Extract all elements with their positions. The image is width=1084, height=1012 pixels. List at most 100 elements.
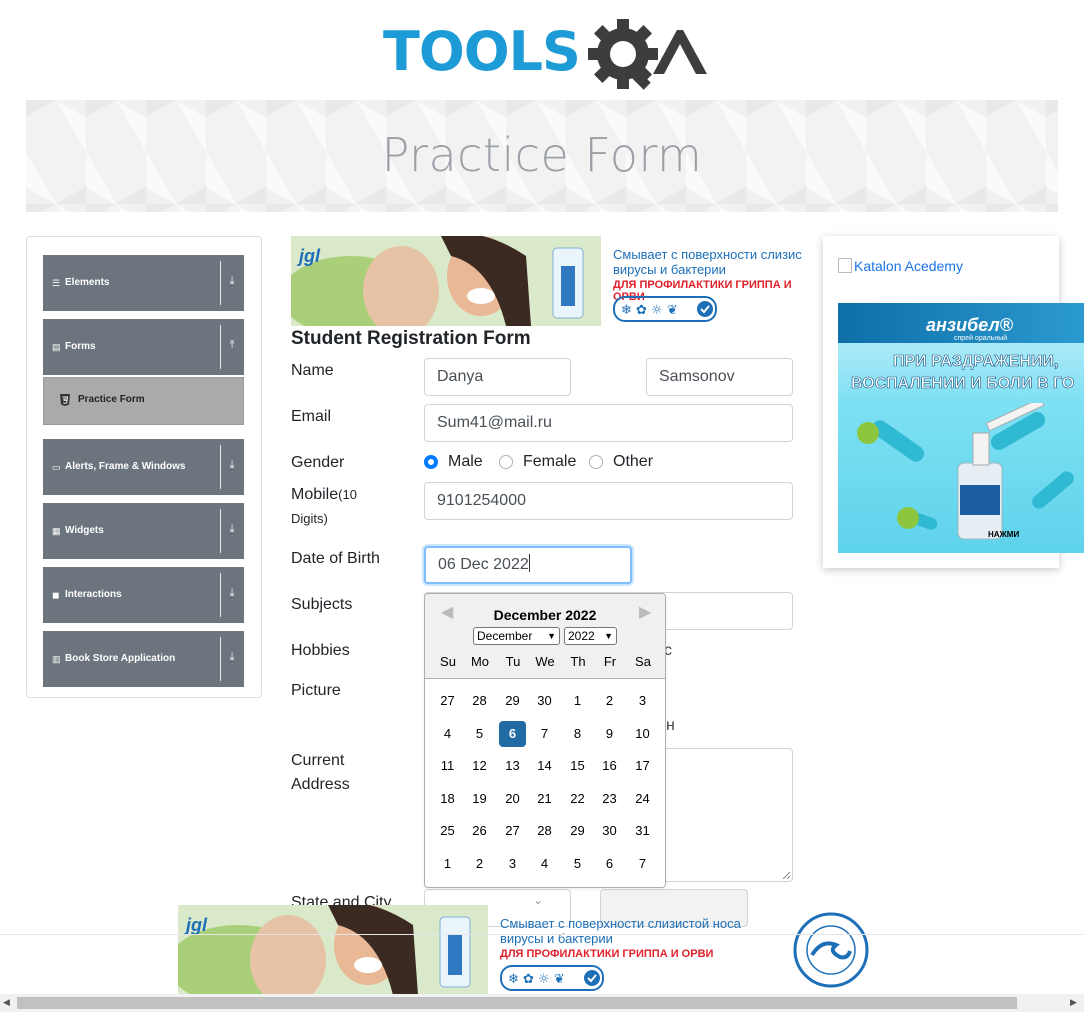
year-select[interactable]: 2022 ▼ [564, 627, 617, 645]
calendar-day[interactable]: 21 [531, 786, 558, 812]
calendar-day[interactable]: 7 [531, 721, 558, 747]
calendar-day[interactable]: 16 [596, 753, 623, 779]
horizontal-scrollbar[interactable]: ◀ ▶ [0, 994, 1084, 1012]
toolsqa-logo[interactable]: TOOLS [383, 16, 708, 92]
address-label-line1: Current [291, 752, 345, 769]
calendar-day[interactable]: 11 [434, 753, 461, 779]
calendar-day[interactable]: 29 [564, 818, 591, 844]
ad-brand-sub: спрей оральный [954, 335, 1008, 342]
calendar-day[interactable]: 20 [499, 786, 526, 812]
calendar-day[interactable]: 19 [466, 786, 493, 812]
widgets-icon: ▦ [52, 526, 61, 536]
calendar-day[interactable]: 8 [564, 721, 591, 747]
calendar-day[interactable]: 30 [531, 688, 558, 714]
mobile-input[interactable]: 9101254000 [424, 482, 793, 520]
calendar-day[interactable]: 23 [596, 786, 623, 812]
gender-radio-other[interactable]: Other [589, 453, 653, 471]
calendar-day[interactable]: 2 [596, 688, 623, 714]
mobile-hint: (10 [338, 487, 357, 502]
footer-divider [0, 934, 1084, 935]
last-name-input[interactable]: Samsonov [646, 358, 793, 396]
calendar-day[interactable]: 3 [499, 851, 526, 877]
calendar-day[interactable]: 13 [499, 753, 526, 779]
calendar-day[interactable]: 18 [434, 786, 461, 812]
calendar-day[interactable]: 2 [466, 851, 493, 877]
calendar-day[interactable]: 22 [564, 786, 591, 812]
expand-arrow-icon[interactable]: ⤓ [226, 587, 238, 600]
date-of-birth-input[interactable]: 06 Dec 2022 [424, 546, 632, 584]
calendar-day[interactable]: 27 [434, 688, 461, 714]
calendar-day[interactable]: 31 [629, 818, 656, 844]
calendar-day[interactable]: 1 [564, 688, 591, 714]
sidebar-group-interactions[interactable]: ◼ Interactions ⤓ [43, 567, 244, 623]
sidebar-group-forms[interactable]: ▤ Forms ⤒ [43, 319, 244, 375]
first-name-input[interactable]: Danya [424, 358, 571, 396]
email-input[interactable]: Sum41@mail.ru [424, 404, 793, 442]
resize-handle-icon[interactable] [782, 871, 790, 879]
anzibel-ad[interactable]: анзибел® спрей оральный ПРИ РАЗДРАЖЕНИИ,… [838, 303, 1084, 553]
sidebar-group-widgets[interactable]: ▦ Widgets ⤓ [43, 503, 244, 559]
ad-text: вирусы и бактерии [613, 262, 726, 277]
calendar-day[interactable]: 17 [629, 753, 656, 779]
calendar-day[interactable]: 28 [466, 688, 493, 714]
divider [220, 445, 221, 489]
sidebar-group-alerts[interactable]: ▭ Alerts, Frame & Windows ⤓ [43, 439, 244, 495]
calendar-day[interactable]: 5 [466, 721, 493, 747]
calendar-day[interactable]: 30 [596, 818, 623, 844]
calendar-day[interactable]: 7 [629, 851, 656, 877]
divider [220, 509, 221, 553]
radio-label: Female [523, 453, 577, 470]
calendar-day[interactable]: 4 [531, 851, 558, 877]
expand-arrow-icon[interactable]: ⤓ [226, 651, 238, 664]
sidebar-group-elements[interactable]: ☰ Elements ⤓ [43, 255, 244, 311]
month-select[interactable]: December ▼ [473, 627, 560, 645]
calendar-day[interactable]: 29 [499, 688, 526, 714]
calendar-day[interactable]: 15 [564, 753, 591, 779]
sidebar-group-book-store[interactable]: ▥ Book Store Application ⤓ [43, 631, 244, 687]
book-icon: ▥ [52, 654, 61, 664]
calendar-day[interactable]: 1 [434, 851, 461, 877]
ad-text: Смывает с поверхности слизис [613, 247, 802, 262]
collapse-arrow-icon[interactable]: ⤒ [226, 339, 238, 352]
gender-radio-female[interactable]: Female [499, 453, 576, 471]
calendar-day[interactable]: 5 [564, 851, 591, 877]
sidebar-item-practice-form[interactable]: Practice Form [43, 377, 244, 425]
mobile-hint-2: Digits) [291, 511, 328, 526]
calendar-day[interactable]: 12 [466, 753, 493, 779]
calendar-day[interactable]: 14 [531, 753, 558, 779]
month-select-value: December [477, 629, 533, 643]
calendar-day-selected[interactable]: 6 [499, 720, 526, 747]
radio-unchecked [499, 455, 513, 469]
calendar-day[interactable]: 3 [629, 688, 656, 714]
calendar-day[interactable]: 10 [629, 721, 656, 747]
calendar-day[interactable]: 28 [531, 818, 558, 844]
calendar-day[interactable]: 9 [596, 721, 623, 747]
expand-arrow-icon[interactable]: ⤓ [226, 459, 238, 472]
broken-image-icon [838, 258, 852, 273]
calendar-day[interactable]: 4 [434, 721, 461, 747]
calendar-day[interactable]: 25 [434, 818, 461, 844]
sidebar-group-label: Alerts, Frame & Windows [65, 461, 186, 472]
menu-icon: ☰ [52, 278, 61, 288]
ad-text: Смывает с поверхности слизистой носа [500, 916, 741, 931]
address-label: Current Address [291, 749, 350, 797]
expand-arrow-icon[interactable]: ⤓ [226, 275, 238, 288]
calendar-day[interactable]: 6 [596, 851, 623, 877]
expand-arrow-icon[interactable]: ⤓ [226, 523, 238, 536]
calendar-day[interactable]: 26 [466, 818, 493, 844]
calendar-day[interactable]: 24 [629, 786, 656, 812]
gear-icon [588, 19, 658, 90]
ad-banner-top[interactable]: jgl Смывает с поверхности слизис вирусы … [291, 236, 823, 326]
mobile-label: Mobile(10 [291, 483, 357, 507]
scrollbar-thumb[interactable] [17, 997, 1017, 1009]
ad-banner-bottom[interactable]: jgl Смывает с поверхности слизистой носа… [178, 905, 906, 995]
mobile-label-text: Mobile [291, 486, 339, 503]
ad-sidebar-right[interactable]: Katalon Acedemy анзибел® спрей оральный … [823, 236, 1084, 568]
sidebar-group-label: Widgets [65, 525, 104, 536]
gender-radio-male[interactable]: Male [424, 453, 483, 471]
scroll-left-icon[interactable]: ◀ [3, 997, 10, 1008]
calendar-day[interactable]: 27 [499, 818, 526, 844]
divider [220, 261, 221, 305]
katalon-ad-link[interactable]: Katalon Acedemy [838, 258, 963, 274]
scroll-right-icon[interactable]: ▶ [1070, 997, 1077, 1008]
